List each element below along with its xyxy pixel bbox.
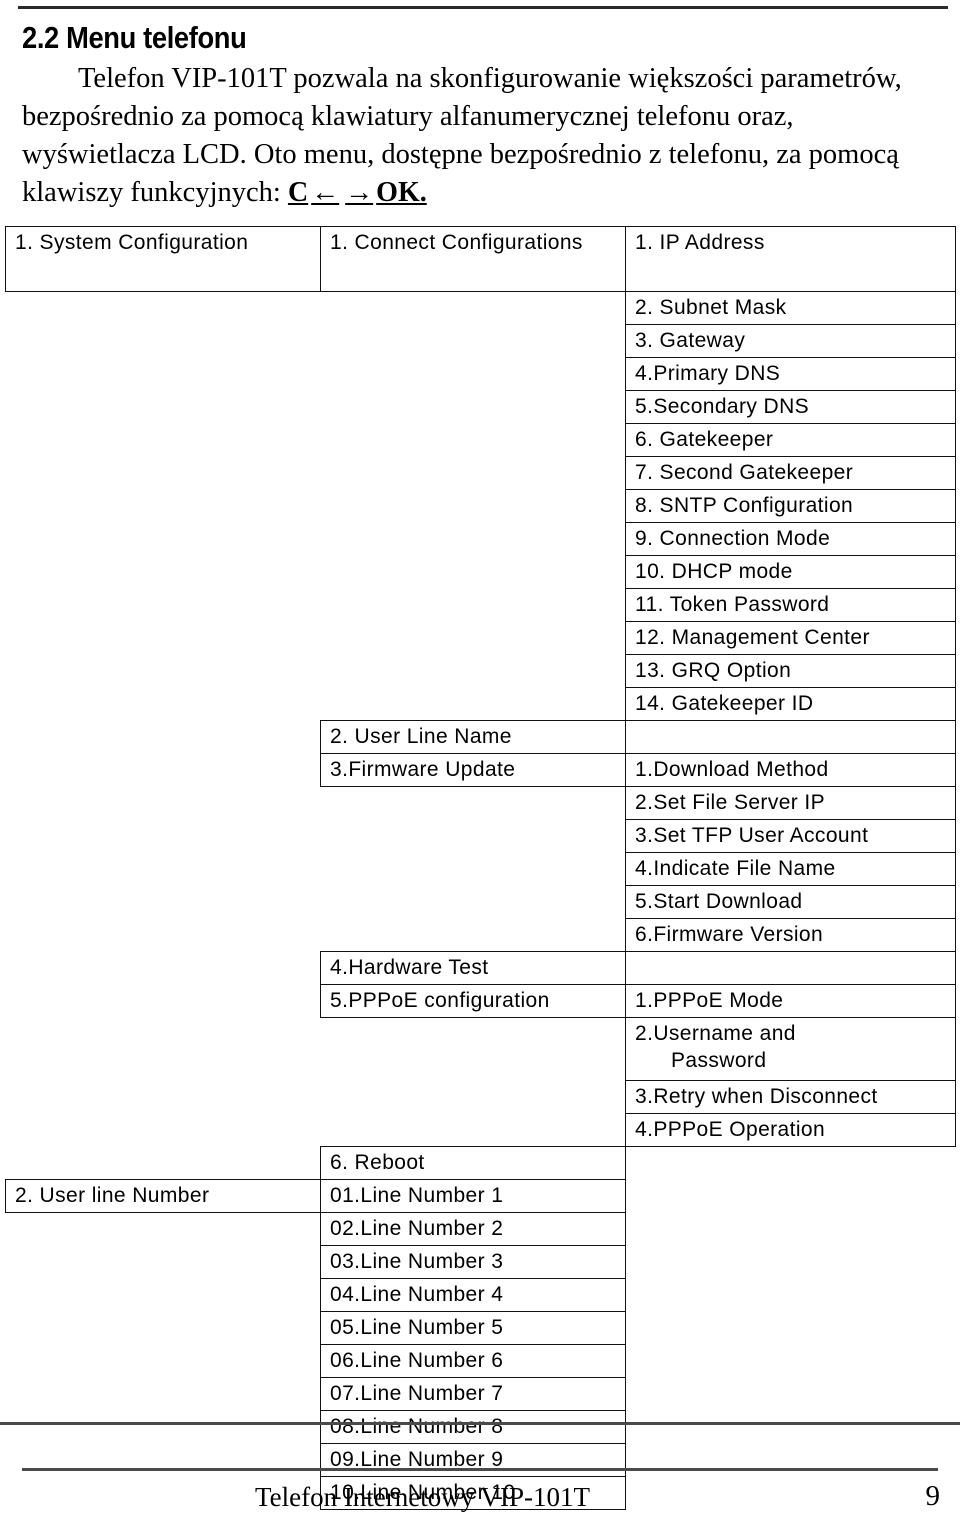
cell-spacer-col1-i xyxy=(6,1213,321,1510)
cell-connect-item-14: 14. Gatekeeper ID xyxy=(625,687,956,721)
cell-line-number-6: 06.Line Number 6 xyxy=(320,1344,626,1378)
cell-spacer-col1-h xyxy=(6,1147,321,1180)
cell-connect-item-9: 9. Connection Mode xyxy=(625,522,956,556)
cell-connect-item-3: 3. Gateway xyxy=(625,324,956,358)
cell-connect-item-2: 2. Subnet Mask xyxy=(625,291,956,325)
cell-system-configuration: 1. System Configuration xyxy=(5,226,321,292)
cell-pppoe-configuration: 5.PPPoE configuration xyxy=(320,984,626,1018)
cell-firmware-item-5: 5.Start Download xyxy=(625,885,956,919)
cell-spacer-col2-a xyxy=(321,292,626,721)
cell-spacer-col2-g xyxy=(321,1018,626,1147)
cell-spacer-col2-d xyxy=(321,787,626,952)
cell-connect-item-13: 13. GRQ Option xyxy=(625,654,956,688)
cell-firmware-update: 3.Firmware Update xyxy=(320,753,626,787)
cell-spacer-col1-a xyxy=(6,292,321,721)
cell-connect-item-8: 8. SNTP Configuration xyxy=(625,489,956,523)
cell-line-number-9: 09.Line Number 9 xyxy=(320,1443,626,1477)
table-row: 2.Username and Password xyxy=(6,1017,956,1081)
table-row: 1. System Configuration 1. Connect Confi… xyxy=(5,226,956,292)
cell-firmware-item-1: 1.Download Method xyxy=(625,753,956,787)
cell-pppoe-item-1: 1.PPPoE Mode xyxy=(625,984,956,1018)
cell-connect-item-7: 7. Second Gatekeeper xyxy=(625,456,956,490)
cell-connect-configurations: 1. Connect Configurations xyxy=(320,226,626,292)
cell-hardware-test: 4.Hardware Test xyxy=(320,951,626,985)
cell-connect-item-11: 11. Token Password xyxy=(625,588,956,622)
cell-reboot: 6. Reboot xyxy=(320,1146,626,1180)
cell-user-line-name: 2. User Line Name xyxy=(320,720,626,754)
header-rule xyxy=(18,6,948,9)
table-row: 4.Hardware Test xyxy=(6,951,956,985)
cell-connect-item-6: 6. Gatekeeper xyxy=(625,423,956,457)
right-arrow-icon: → xyxy=(345,177,374,208)
cell-firmware-item-4: 4.Indicate File Name xyxy=(625,852,956,886)
cell-reboot-empty xyxy=(626,1147,956,1180)
cell-spacer-col1-b xyxy=(6,721,321,754)
cell-user-line-name-empty xyxy=(625,720,956,754)
cell-line-number-1: 01.Line Number 1 xyxy=(320,1179,626,1213)
table-row: 5.PPPoE configuration 1.PPPoE Mode xyxy=(6,984,956,1018)
cell-firmware-item-2: 2.Set File Server IP xyxy=(625,786,956,820)
table-row: 2.Set File Server IP xyxy=(6,786,956,820)
cell-firmware-item-6: 6.Firmware Version xyxy=(625,918,956,952)
cell-pppoe-item-2: 2.Username and Password xyxy=(625,1017,956,1081)
footer-page-number: 9 xyxy=(925,1480,941,1512)
footer-title: Telefon Internetowy VIP-101T xyxy=(255,1482,591,1512)
footer-rule-bottom xyxy=(22,1468,938,1471)
cell-spacer-col3-z xyxy=(626,1180,956,1510)
menu-structure-table: 1. System Configuration 1. Connect Confi… xyxy=(5,226,956,1510)
cell-connect-item-4: 4.Primary DNS xyxy=(625,357,956,391)
table-row: 2. Subnet Mask xyxy=(6,291,956,325)
cell-line-number-5: 05.Line Number 5 xyxy=(320,1311,626,1345)
cell-connect-item-10: 10. DHCP mode xyxy=(625,555,956,589)
intro-text: Telefon VIP-101T pozwala na skonfigurowa… xyxy=(22,63,902,208)
cell-firmware-item-3: 3.Set TFP User Account xyxy=(625,819,956,853)
pppoe-item-2-line2: Password xyxy=(671,1049,767,1072)
table-row: 2. User line Number 01.Line Number 1 xyxy=(5,1179,956,1213)
section-heading: 2.2 Menu telefonu xyxy=(22,20,247,55)
cell-pppoe-item-3: 3.Retry when Disconnect xyxy=(625,1080,956,1114)
cell-connect-item-12: 12. Management Center xyxy=(625,621,956,655)
table-row: 6. Reboot xyxy=(6,1146,956,1180)
cell-connect-item-1: 1. IP Address xyxy=(625,226,956,292)
cell-line-number-2: 02.Line Number 2 xyxy=(320,1212,626,1246)
cell-line-number-7: 07.Line Number 7 xyxy=(320,1377,626,1411)
table-row: 3.Firmware Update 1.Download Method xyxy=(6,753,956,787)
cell-spacer-col1-d xyxy=(6,787,321,952)
cell-line-number-4: 04.Line Number 4 xyxy=(320,1278,626,1312)
cell-connect-item-5: 5.Secondary DNS xyxy=(625,390,956,424)
cell-line-number-8: 08.Line Number 8 xyxy=(320,1410,626,1444)
key-ok: OK. xyxy=(376,177,427,208)
key-c: C xyxy=(287,177,309,208)
document-page: 2.2 Menu telefonu Telefon VIP-101T pozwa… xyxy=(0,0,960,1523)
cell-spacer-col1-g xyxy=(6,1018,321,1147)
intro-paragraph: Telefon VIP-101T pozwala na skonfigurowa… xyxy=(22,60,934,212)
cell-spacer-col1-e xyxy=(6,952,321,985)
pppoe-item-2-line1: 2.Username and xyxy=(635,1022,796,1045)
cell-spacer-col1-f xyxy=(6,985,321,1018)
cell-line-number-3: 03.Line Number 3 xyxy=(320,1245,626,1279)
cell-pppoe-item-4: 4.PPPoE Operation xyxy=(625,1113,956,1147)
left-arrow-icon: ← xyxy=(311,177,340,208)
cell-hardware-test-empty xyxy=(625,951,956,985)
cell-user-line-number: 2. User line Number xyxy=(5,1179,321,1213)
table-row: 2. User Line Name xyxy=(6,720,956,754)
footer-rule-top xyxy=(0,1422,960,1425)
function-keys-note: C ← → OK. xyxy=(288,177,427,208)
cell-spacer-col1-c xyxy=(6,754,321,787)
